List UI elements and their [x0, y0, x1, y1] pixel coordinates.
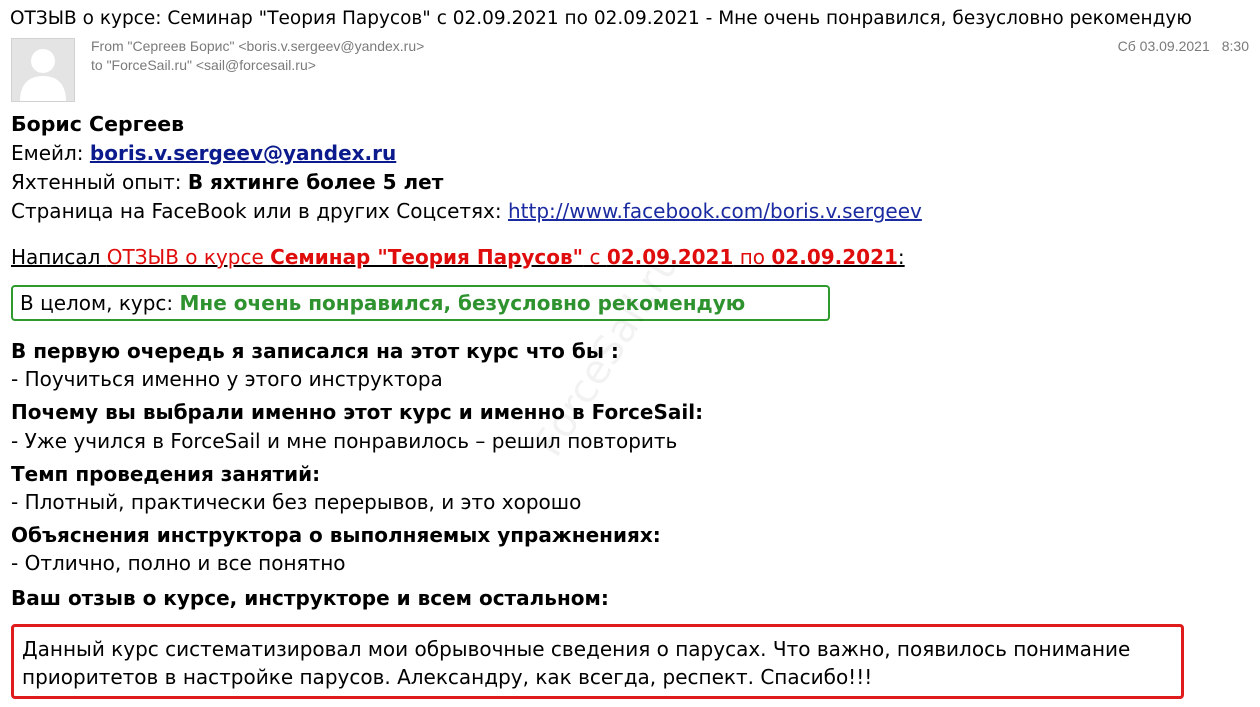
- overall-value: Мне очень понравился, безусловно рекомен…: [179, 291, 746, 315]
- experience-line: Яхтенный опыт: В яхтинге более 5 лет: [11, 168, 1251, 197]
- experience-label: Яхтенный опыт:: [11, 170, 188, 194]
- social-label: Страница на FaceBook или в других Соцсет…: [11, 199, 508, 223]
- sender-avatar[interactable]: [11, 38, 75, 102]
- question-3: Темп проведения занятий:: [11, 462, 321, 486]
- question-2: Почему вы выбрали именно этот курс и име…: [11, 400, 704, 424]
- overall-rating-box: В целом, курс: Мне очень понравился, без…: [11, 285, 830, 321]
- question-5: Ваш отзыв о курсе, инструкторе и всем ос…: [11, 586, 609, 610]
- header-datetime: Сб 03.09.2021 8:30: [1118, 38, 1249, 54]
- course-date-to: 02.09.2021: [771, 245, 898, 269]
- social-line: Страница на FaceBook или в других Соцсет…: [11, 197, 1251, 226]
- header-time: 8:30: [1221, 38, 1249, 54]
- wrote-from-word: с: [583, 245, 607, 269]
- answer-2: - Уже учился в ForceSail и мне понравило…: [11, 429, 678, 453]
- header-date: Сб 03.09.2021: [1117, 38, 1210, 54]
- email-label: Емейл:: [11, 141, 90, 165]
- author-info: Борис Сергеев Емейл: boris.v.sergeev@yan…: [11, 110, 1251, 226]
- wrote-suffix: :: [897, 245, 905, 269]
- review-intro: Написал ОТЗЫВ о курсе Семинар "Теория Па…: [11, 243, 905, 272]
- course-date-from: 02.09.2021: [606, 245, 734, 269]
- header-to[interactable]: to "ForceSail.ru" <sail@forcesail.ru>: [91, 57, 316, 73]
- wrote-review-word: ОТЗЫВ о курсе: [106, 245, 271, 269]
- header-from[interactable]: From "Сергеев Борис" <boris.v.sergeev@ya…: [91, 38, 424, 54]
- overall-label: В целом, курс:: [20, 291, 180, 315]
- answer-4: - Отлично, полно и все понятно: [11, 551, 346, 575]
- wrote-to-word: по: [733, 245, 772, 269]
- question-1: В первую очередь я записался на этот кур…: [11, 339, 619, 363]
- question-4: Объяснения инструктора о выполняемых упр…: [11, 523, 661, 547]
- wrote-prefix: Написал: [11, 245, 107, 269]
- course-name: Семинар "Теория Парусов": [270, 245, 584, 269]
- experience-value: В яхтинге более 5 лет: [187, 170, 444, 194]
- email-subject: ОТЗЫВ о курсе: Семинар "Теория Парусов" …: [10, 8, 1192, 29]
- social-link[interactable]: http://www.facebook.com/boris.v.sergeev: [508, 199, 922, 223]
- author-name: Борис Сергеев: [11, 112, 185, 136]
- review-text-box: Данный курс систематизировал мои обрывоч…: [11, 624, 1184, 699]
- answer-1: - Поучиться именно у этого инструктора: [11, 367, 443, 391]
- author-email-link[interactable]: boris.v.sergeev@yandex.ru: [90, 141, 396, 165]
- answer-3: - Плотный, практически без перерывов, и …: [11, 490, 582, 514]
- email-line: Емейл: boris.v.sergeev@yandex.ru: [11, 139, 1251, 168]
- user-silhouette-icon: [12, 39, 74, 101]
